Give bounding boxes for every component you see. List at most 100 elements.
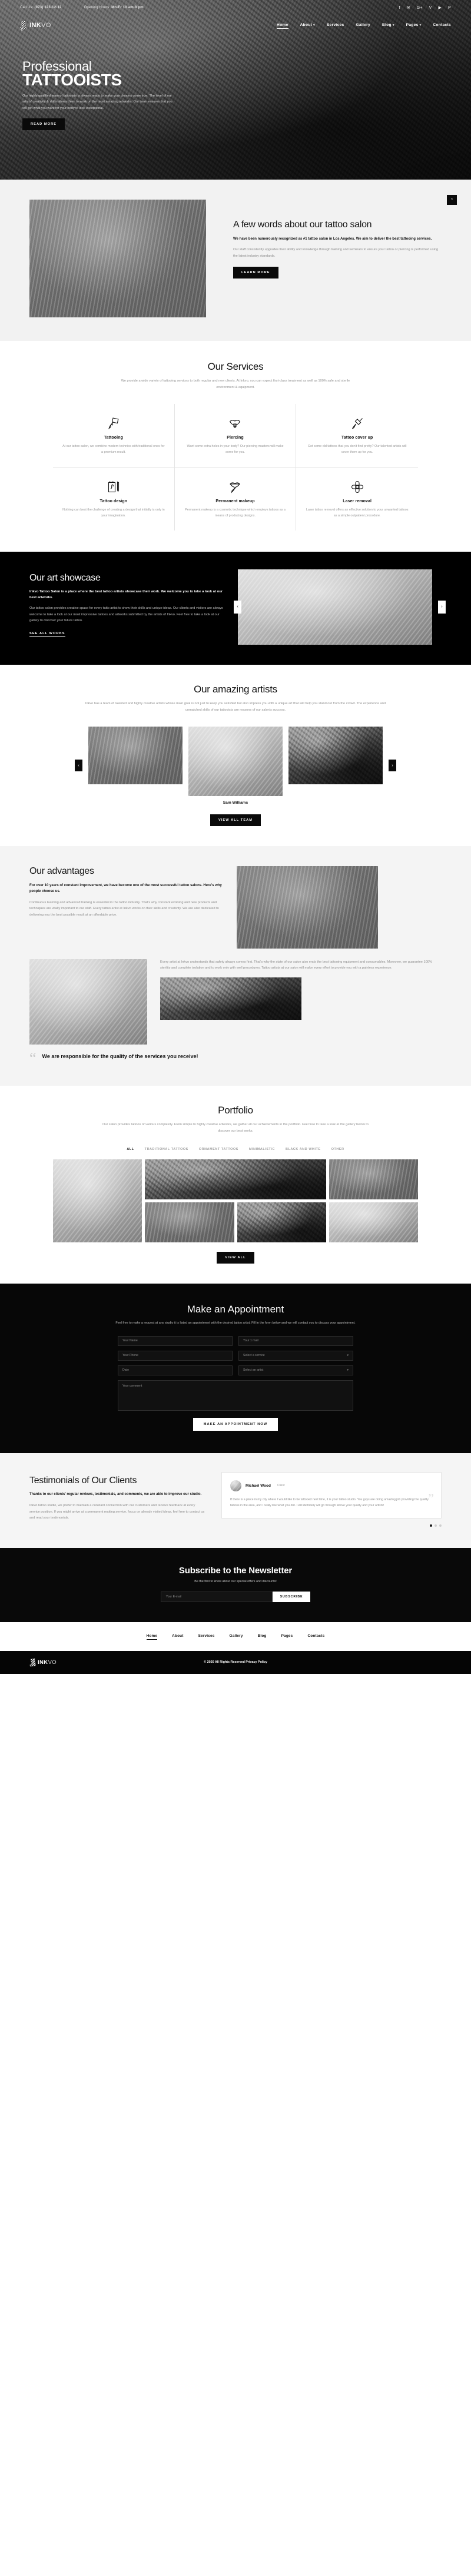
footer-nav-pages[interactable]: Pages <box>281 1634 293 1639</box>
comment-textarea[interactable]: Your comment <box>118 1380 353 1411</box>
chevron-up-icon: ⌃ <box>450 198 454 203</box>
artist-card[interactable] <box>88 726 183 784</box>
service-title: Laser removal <box>343 499 372 503</box>
hours-label: Opening Hours: <box>84 6 111 9</box>
showcase-lead: Inkvo Tattoo Salon is a place where the … <box>29 589 223 599</box>
testimonial-author-role: Client <box>277 1484 285 1487</box>
chevron-down-icon: ▾ <box>347 1368 349 1372</box>
filter-ornament-tattoos[interactable]: ORNAMENT TATTOOS <box>199 1148 238 1151</box>
google-plus-icon[interactable]: G+ <box>417 6 423 10</box>
service-card[interactable]: Tattooing At our tattoo salon, we combin… <box>53 403 175 468</box>
tattoo-machine-icon <box>62 416 165 431</box>
service-card[interactable]: Laser removal Laser tattoo removal offer… <box>296 468 418 531</box>
filter-minimalistic[interactable]: MINIMALISTIC <box>249 1148 275 1151</box>
filter-traditional-tattoos[interactable]: TRADITIONAL TATTOOS <box>145 1148 188 1151</box>
artists-next-button[interactable]: › <box>389 760 396 772</box>
nav-item-contacts[interactable]: Contacts <box>433 23 451 28</box>
nav-item-blog[interactable]: Blog ▾ <box>382 23 394 28</box>
twitter-icon[interactable]: ✉ <box>407 5 410 10</box>
appointment-form: Your Name Your 1 mail Your Phone Select … <box>118 1335 353 1431</box>
services-subtitle: We provide a wide variety of tattooing s… <box>121 379 350 389</box>
showcase-prev-button[interactable]: ‹ <box>234 600 241 614</box>
artists-prev-button[interactable]: ‹ <box>75 760 82 772</box>
portfolio-item[interactable] <box>53 1159 142 1243</box>
nav-item-services[interactable]: Services <box>327 23 344 28</box>
youtube-icon[interactable]: ▶ <box>439 5 442 10</box>
artist-card-featured[interactable]: Sam Williams <box>188 726 283 805</box>
footer-nav-services[interactable]: Services <box>198 1634 215 1639</box>
artists-title: Our amazing artists <box>194 683 277 695</box>
vimeo-icon[interactable]: V <box>429 6 432 10</box>
advantages-paragraph-2: Every artist at Inkvo understands that s… <box>160 960 432 970</box>
portfolio-item[interactable] <box>145 1202 234 1243</box>
artist-card[interactable] <box>288 726 383 784</box>
about-image <box>29 200 206 317</box>
portfolio-item[interactable] <box>237 1202 326 1243</box>
top-bar: Call Us: (073) 123-12-12 Opening Hours: … <box>0 0 471 15</box>
hero-read-more-button[interactable]: READ MORE <box>22 118 65 131</box>
service-card[interactable]: Tattoo design Nothing can beat the chall… <box>53 467 175 531</box>
scroll-to-top-button[interactable]: ⌃ <box>447 195 457 205</box>
testimonials-section: Testimonials of Our Clients Thanks to ou… <box>0 1453 471 1548</box>
phone-number[interactable]: (073) 123-12-12 <box>34 6 61 9</box>
advantages-text: Our advantages For over 10 years of cons… <box>29 866 224 919</box>
service-card[interactable]: Permanent makeup Permanent makeup is a c… <box>175 467 297 531</box>
advantages-quote-text: We are responsible for the quality of th… <box>42 1053 198 1059</box>
pinterest-icon[interactable]: P <box>448 6 451 10</box>
date-input[interactable]: Date <box>118 1365 233 1375</box>
filter-black-and-white[interactable]: BLACK AND WHITE <box>286 1148 321 1151</box>
logo[interactable]: INKVO <box>19 20 51 31</box>
portfolio-item[interactable] <box>329 1159 418 1200</box>
newsletter-subscribe-button[interactable]: SUBSCRIBE <box>272 1591 311 1602</box>
footer-logo-text: INKVO <box>38 1659 57 1666</box>
nav-item-home[interactable]: Home <box>277 23 288 29</box>
showcase-see-all-link[interactable]: SEE ALL WORKS <box>29 632 65 637</box>
filter-all[interactable]: ALL <box>127 1148 134 1151</box>
phone-input[interactable]: Your Phone <box>118 1350 233 1361</box>
make-appointment-button[interactable]: MAKE AN APPOINTMENT NOW <box>193 1417 278 1431</box>
advantages-lead: For over 10 years of constant improvemen… <box>29 883 222 894</box>
view-all-team-button[interactable]: VIEW ALL TEAM <box>210 814 261 826</box>
quote-mark-icon: “ <box>29 1049 37 1067</box>
service-card[interactable]: Piercing Want some extra holes in your b… <box>174 403 297 468</box>
pagination-dot[interactable] <box>430 1524 432 1527</box>
nav-item-about[interactable]: About ▾ <box>300 23 315 28</box>
email-input[interactable]: Your 1 mail <box>238 1335 353 1346</box>
footer-nav-blog[interactable]: Blog <box>258 1634 267 1639</box>
pagination-dot[interactable] <box>434 1524 437 1527</box>
appointment-title: Make an Appointment <box>187 1304 284 1315</box>
portfolio-cta-wrap: VIEW ALL <box>0 1251 471 1264</box>
filter-other[interactable]: OTHER <box>331 1148 344 1151</box>
footer-logo[interactable]: INKVO <box>29 1658 57 1667</box>
nav-item-gallery[interactable]: Gallery <box>356 23 370 28</box>
footer-nav-home[interactable]: Home <box>146 1634 158 1640</box>
facebook-icon[interactable]: f <box>399 6 400 10</box>
nav-menu: Home About ▾ Services Gallery Blog ▾ Pages… <box>277 23 451 29</box>
portfolio-item[interactable] <box>145 1159 326 1200</box>
service-text: Want some extra holes in your body? Our … <box>187 444 284 454</box>
newsletter-form: Your E-mail SUBSCRIBE <box>0 1591 471 1602</box>
newsletter-email-input[interactable]: Your E-mail <box>160 1591 273 1602</box>
about-learn-more-button[interactable]: LEARN MORE <box>233 266 278 279</box>
portfolio-item[interactable] <box>329 1202 418 1243</box>
portfolio-view-all-button[interactable]: VIEW ALL <box>217 1252 254 1264</box>
service-card[interactable]: Tattoo cover up Got some old tattoos tha… <box>296 404 418 468</box>
showcase-next-button[interactable]: › <box>438 600 446 614</box>
name-input[interactable]: Your Name <box>118 1335 233 1346</box>
pagination-dot[interactable] <box>439 1524 442 1527</box>
footer-nav-about[interactable]: About <box>172 1634 183 1639</box>
quote-mark-icon: ” <box>428 1490 434 1506</box>
hero-section: Call Us: (073) 123-12-12 Opening Hours: … <box>0 0 471 180</box>
phone-info: Call Us: (073) 123-12-12 <box>20 6 62 9</box>
testimonials-title: Testimonials of Our Clients <box>29 1475 137 1486</box>
service-text: Permanent makeup is a cosmetic technique… <box>185 508 286 518</box>
service-select[interactable]: Select a service ▾ <box>238 1350 353 1361</box>
sketchbook-pencil-icon <box>62 479 165 495</box>
footer-nav-gallery[interactable]: Gallery <box>230 1634 243 1639</box>
portfolio-subtitle: Our salon provides tattoos of various co… <box>102 1123 369 1133</box>
lips-makeup-icon <box>184 479 287 495</box>
artist-select[interactable]: Select an artist ▾ <box>238 1365 353 1375</box>
nav-item-pages[interactable]: Pages ▾ <box>406 23 422 28</box>
footer-nav-contacts[interactable]: Contacts <box>307 1634 324 1639</box>
portfolio-header: Portfolio Our salon provides tattoos of … <box>0 1105 471 1135</box>
